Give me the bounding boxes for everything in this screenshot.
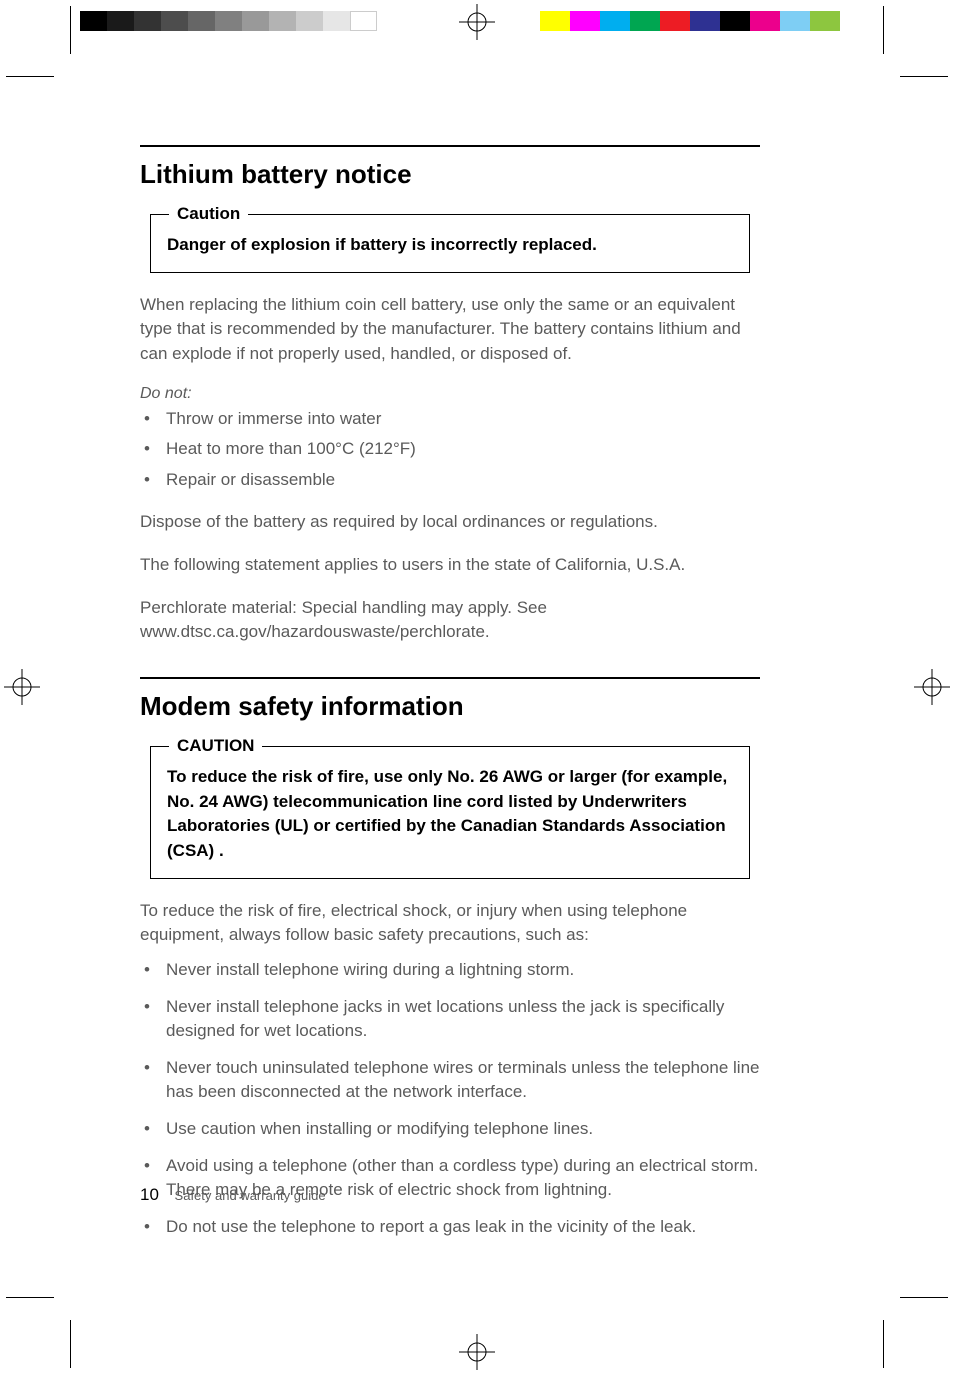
donot-list: Throw or immerse into water Heat to more…	[140, 407, 760, 493]
caution-box-2: CAUTION To reduce the risk of fire, use …	[150, 746, 750, 879]
section1-title: Lithium battery notice	[140, 159, 760, 190]
donot-label: Do not:	[140, 385, 760, 403]
page-number: 10	[140, 1185, 159, 1204]
footer-doc-title: Safety and warranty guide	[175, 1188, 326, 1203]
gray-step-wedge	[80, 11, 377, 31]
section-rule	[140, 677, 760, 679]
page-footer: 10 Safety and warranty guide	[140, 1185, 326, 1272]
list-item: Heat to more than 100°C (212°F)	[140, 437, 760, 462]
caution-text-2: To reduce the risk of fire, use only No.…	[167, 765, 733, 864]
list-item: Never install telephone jacks in wet loc…	[140, 995, 760, 1044]
section1-para4: Perchlorate material: Special handling m…	[140, 596, 760, 645]
section-rule	[140, 145, 760, 147]
list-item: Never touch uninsulated telephone wires …	[140, 1056, 760, 1105]
list-item: Use caution when installing or modifying…	[140, 1117, 760, 1142]
section2-para1: To reduce the risk of fire, electrical s…	[140, 899, 760, 948]
list-item: Never install telephone wiring during a …	[140, 958, 760, 983]
section2-title: Modem safety information	[140, 691, 760, 722]
caution-label-2: CAUTION	[169, 736, 262, 756]
page-content: Lithium battery notice Caution Danger of…	[140, 145, 760, 1258]
registration-mark-left	[4, 669, 40, 705]
registration-mark-right	[914, 669, 950, 705]
section1-para3: The following statement applies to users…	[140, 553, 760, 578]
caution-label-1: Caution	[169, 204, 248, 224]
caution-text-1: Danger of explosion if battery is incorr…	[167, 233, 733, 258]
list-item: Throw or immerse into water	[140, 407, 760, 432]
section1-para2: Dispose of the battery as required by lo…	[140, 510, 760, 535]
list-item: Repair or disassemble	[140, 468, 760, 493]
color-bar	[540, 11, 840, 31]
registration-mark-top	[459, 4, 495, 40]
registration-mark-bottom	[459, 1334, 495, 1370]
caution-box-1: Caution Danger of explosion if battery i…	[150, 214, 750, 273]
section1-para1: When replacing the lithium coin cell bat…	[140, 293, 760, 367]
